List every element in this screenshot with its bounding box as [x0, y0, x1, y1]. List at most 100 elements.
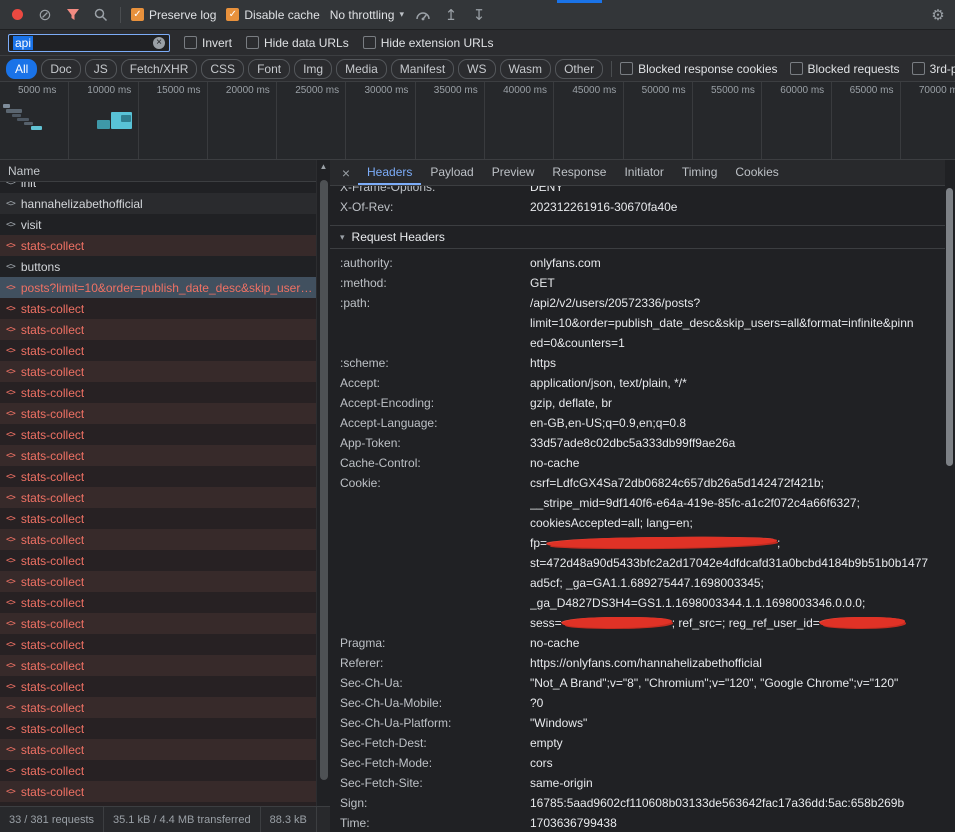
header-row: App-Token:33d57ade8c02dbc5a333db99ff9ae2…: [330, 433, 945, 453]
throttling-dropdown[interactable]: No throttling ▾: [330, 8, 404, 22]
script-icon: <>: [6, 430, 15, 440]
request-row[interactable]: <>stats-collect: [0, 382, 316, 403]
request-row[interactable]: <>stats-collect: [0, 634, 316, 655]
request-row[interactable]: <>stats-collect: [0, 676, 316, 697]
request-row[interactable]: <>stats-collect: [0, 403, 316, 424]
checkbox-blocked-requests[interactable]: Blocked requests: [790, 62, 900, 76]
checkbox-unchecked-icon[interactable]: [246, 36, 259, 49]
checkbox-blocked-response-cookies[interactable]: Blocked response cookies: [620, 62, 777, 76]
filter-chip-css[interactable]: CSS: [201, 59, 244, 79]
tab-cookies[interactable]: Cookies: [726, 160, 787, 185]
request-name: stats-collect: [21, 470, 84, 484]
filter-chip-all[interactable]: All: [6, 59, 37, 79]
request-row[interactable]: <>stats-collect: [0, 508, 316, 529]
tab-initiator[interactable]: Initiator: [615, 160, 672, 185]
request-row[interactable]: <>stats-collect: [0, 235, 316, 256]
request-row[interactable]: <>stats-collect: [0, 319, 316, 340]
import-har-icon[interactable]: ↧: [470, 6, 488, 24]
request-row[interactable]: <>stats-collect: [0, 361, 316, 382]
checkbox-unchecked-icon[interactable]: [790, 62, 803, 75]
request-row[interactable]: <>stats-collect: [0, 613, 316, 634]
record-button[interactable]: [8, 6, 26, 24]
request-row[interactable]: <>stats-collect: [0, 487, 316, 508]
headers-panel: X-Frame-Options:DENYX-Of-Rev:20231226191…: [330, 186, 945, 832]
request-row[interactable]: <>buttons: [0, 256, 316, 277]
tab-preview[interactable]: Preview: [483, 160, 544, 185]
hide-extension-urls-checkbox[interactable]: Hide extension URLs: [363, 36, 494, 50]
name-column-header[interactable]: Name: [0, 160, 316, 182]
checkbox-unchecked-icon[interactable]: [184, 36, 197, 49]
network-conditions-icon[interactable]: [414, 6, 432, 24]
request-row[interactable]: <>stats-collect: [0, 445, 316, 466]
request-row[interactable]: <>stats-collect: [0, 760, 316, 781]
script-icon: <>: [6, 640, 15, 650]
filter-input[interactable]: api ×: [8, 34, 170, 52]
request-row[interactable]: <>stats-collect: [0, 781, 316, 802]
search-icon[interactable]: [92, 6, 110, 24]
timeline-overview[interactable]: 5000 ms10000 ms15000 ms20000 ms25000 ms3…: [0, 82, 955, 160]
clear-button[interactable]: ⊘: [36, 6, 54, 24]
filter-chip-manifest[interactable]: Manifest: [391, 59, 454, 79]
request-row[interactable]: <>stats-collect: [0, 655, 316, 676]
request-headers-section[interactable]: ▾Request Headers: [330, 225, 945, 249]
checkbox-unchecked-icon[interactable]: [912, 62, 925, 75]
detail-scrollbar[interactable]: [945, 160, 955, 832]
filter-chip-media[interactable]: Media: [336, 59, 387, 79]
request-list-scrollbar[interactable]: ▲: [316, 160, 330, 806]
checkbox-3rd-party-requests[interactable]: 3rd-party requests: [912, 62, 955, 76]
filter-funnel-icon[interactable]: [64, 6, 82, 24]
export-har-icon[interactable]: ↥: [442, 6, 460, 24]
tab-payload[interactable]: Payload: [421, 160, 482, 185]
filter-chip-other[interactable]: Other: [555, 59, 603, 79]
filter-chip-img[interactable]: Img: [294, 59, 332, 79]
request-row[interactable]: <>stats-collect: [0, 298, 316, 319]
request-row[interactable]: <>posts?limit=10&order=publish_date_desc…: [0, 277, 316, 298]
preserve-log-checkbox[interactable]: ✓ Preserve log: [131, 8, 216, 22]
filter-chip-ws[interactable]: WS: [458, 59, 495, 79]
request-row[interactable]: <>visit: [0, 214, 316, 235]
scroll-up-icon[interactable]: ▲: [317, 160, 330, 174]
filter-chip-fetch-xhr[interactable]: Fetch/XHR: [121, 59, 198, 79]
checkbox-unchecked-icon[interactable]: [363, 36, 376, 49]
request-row[interactable]: <>stats-collect: [0, 697, 316, 718]
request-row[interactable]: <>stats-collect: [0, 424, 316, 445]
header-row: Referer:https://onlyfans.com/hannaheliza…: [330, 653, 945, 673]
checkbox-unchecked-icon[interactable]: [620, 62, 633, 75]
filter-chip-doc[interactable]: Doc: [41, 59, 80, 79]
request-row[interactable]: <>init: [0, 182, 316, 193]
scrollbar-thumb[interactable]: [320, 180, 328, 780]
header-value: https: [530, 353, 945, 373]
header-value: 1703636799438: [530, 813, 945, 832]
request-row[interactable]: <>stats-collect: [0, 466, 316, 487]
request-row[interactable]: <>stats-collect: [0, 550, 316, 571]
close-icon[interactable]: ×: [334, 160, 358, 185]
request-row[interactable]: <>stats-collect: [0, 592, 316, 613]
script-icon: <>: [6, 367, 15, 377]
tab-response[interactable]: Response: [543, 160, 615, 185]
checkbox-checked-icon[interactable]: ✓: [131, 8, 144, 21]
invert-checkbox[interactable]: Invert: [184, 36, 232, 50]
tab-headers[interactable]: Headers: [358, 160, 421, 185]
clear-input-icon[interactable]: ×: [153, 37, 165, 49]
filter-chip-wasm[interactable]: Wasm: [500, 59, 552, 79]
request-row[interactable]: <>stats-collect: [0, 571, 316, 592]
disclosure-triangle-icon[interactable]: ▾: [340, 232, 345, 243]
request-row[interactable]: <>stats-collect: [0, 529, 316, 550]
request-row[interactable]: <>hannahelizabethofficial: [0, 193, 316, 214]
timeline-tick-label: 40000 ms: [485, 82, 554, 159]
request-row[interactable]: <>stats-collect: [0, 718, 316, 739]
checkbox-checked-icon[interactable]: ✓: [226, 8, 239, 21]
filter-chip-js[interactable]: JS: [85, 59, 117, 79]
header-row: Sec-Fetch-Mode:cors: [330, 753, 945, 773]
hide-data-urls-checkbox[interactable]: Hide data URLs: [246, 36, 349, 50]
cookie-line: st=472d48a90d5433bfc2a2d17042e4dfdcafd31…: [530, 553, 937, 573]
header-name: Sec-Ch-Ua:: [330, 673, 530, 693]
tab-timing[interactable]: Timing: [673, 160, 727, 185]
request-row[interactable]: <>stats-collect: [0, 340, 316, 361]
timeline-tick-label: 20000 ms: [208, 82, 277, 159]
settings-gear-icon[interactable]: ⚙: [929, 6, 947, 24]
scrollbar-thumb[interactable]: [946, 188, 953, 466]
filter-chip-font[interactable]: Font: [248, 59, 290, 79]
disable-cache-checkbox[interactable]: ✓ Disable cache: [226, 8, 319, 22]
request-row[interactable]: <>stats-collect: [0, 739, 316, 760]
